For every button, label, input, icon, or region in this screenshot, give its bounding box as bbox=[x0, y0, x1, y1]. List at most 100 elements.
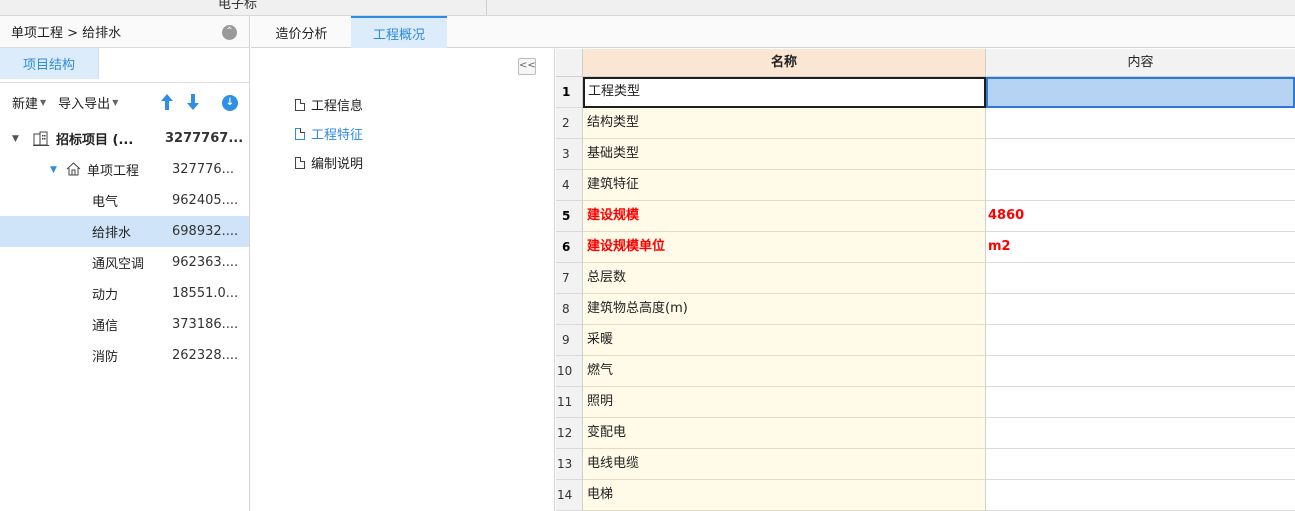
row-number: 7 bbox=[556, 263, 583, 294]
table-row: 4 建筑特征 bbox=[556, 170, 1295, 201]
nav-item-compilation-notes[interactable]: 编制说明 bbox=[295, 153, 363, 172]
value-cell[interactable] bbox=[986, 263, 1295, 294]
value-cell[interactable] bbox=[986, 356, 1295, 387]
import-export-button[interactable]: 导入导出 ▼ bbox=[58, 93, 118, 112]
tree-item-label: 电气 bbox=[92, 195, 119, 210]
tree-item-fire-protection[interactable]: 消防 262328.... bbox=[0, 340, 249, 371]
table-row: 6 建设规模单位 m2 bbox=[556, 232, 1295, 263]
tree-item-value: 698932.... bbox=[172, 224, 239, 239]
nav-item-label: 工程特征 bbox=[311, 128, 364, 143]
name-cell[interactable]: 基础类型 bbox=[583, 139, 986, 170]
tree-item-single-project[interactable]: ▼ 单项工程 327776... bbox=[0, 154, 249, 185]
value-cell[interactable] bbox=[986, 325, 1295, 356]
home-icon bbox=[66, 162, 81, 176]
name-cell[interactable]: 采暖 bbox=[583, 325, 986, 356]
value-cell[interactable] bbox=[986, 418, 1295, 449]
table-row: 8 建筑物总高度(m) bbox=[556, 294, 1295, 325]
value-cell[interactable]: m2 bbox=[986, 232, 1295, 263]
move-up-icon[interactable] bbox=[160, 93, 174, 111]
tree-item-label: 通信 bbox=[92, 319, 119, 334]
value-cell[interactable] bbox=[986, 387, 1295, 418]
name-cell[interactable]: 燃气 bbox=[583, 356, 986, 387]
value-cell[interactable] bbox=[986, 170, 1295, 201]
document-icon bbox=[295, 156, 305, 169]
name-cell[interactable]: 建筑特征 bbox=[583, 170, 986, 201]
structure-toolbar: 新建 ▼ 导入导出 ▼ ↓ bbox=[0, 83, 249, 121]
document-icon bbox=[295, 127, 305, 140]
tree-item-value: 262328.... bbox=[172, 348, 239, 363]
nav-item-label: 编制说明 bbox=[311, 157, 364, 172]
nav-item-label: 工程信息 bbox=[311, 99, 364, 114]
tree-item-label: 动力 bbox=[92, 288, 119, 303]
column-header-name[interactable]: 名称 bbox=[583, 49, 986, 77]
name-cell[interactable]: 结构类型 bbox=[583, 108, 986, 139]
nav-item-project-features[interactable]: 工程特征 bbox=[295, 124, 363, 143]
tree-item-value: 962405.... bbox=[172, 193, 239, 208]
main-tabs: 造价分析 工程概况 bbox=[251, 16, 1295, 48]
tab-project-overview[interactable]: 工程概况 bbox=[351, 16, 447, 48]
column-header-content[interactable]: 内容 bbox=[986, 49, 1295, 77]
tree-item-label: 单项工程 bbox=[87, 164, 140, 179]
row-number: 1 bbox=[556, 77, 583, 108]
row-number: 10 bbox=[556, 356, 583, 387]
value-cell[interactable] bbox=[986, 480, 1295, 511]
tree-item-bid-project[interactable]: ▼ 招标项目 (... 3277767... bbox=[0, 123, 249, 154]
collapse-panel-icon[interactable]: ⌃ bbox=[222, 25, 237, 40]
new-button[interactable]: 新建 ▼ bbox=[12, 93, 46, 112]
new-button-label: 新建 bbox=[12, 96, 39, 112]
table-row: 14 电梯 bbox=[556, 480, 1295, 511]
tree-item-communication[interactable]: 通信 373186.... bbox=[0, 309, 249, 340]
tree-item-power[interactable]: 动力 18551.0... bbox=[0, 278, 249, 309]
table-row: 9 采暖 bbox=[556, 325, 1295, 356]
row-number: 6 bbox=[556, 232, 583, 263]
name-cell[interactable]: 电线电缆 bbox=[583, 449, 986, 480]
row-number: 13 bbox=[556, 449, 583, 480]
tree-item-electrical[interactable]: 电气 962405.... bbox=[0, 185, 249, 216]
breadcrumb: 单项工程 > 给排水 ⌃ bbox=[0, 16, 249, 48]
table-row: 1 工程类型 bbox=[556, 77, 1295, 108]
document-icon bbox=[295, 98, 305, 111]
value-cell[interactable] bbox=[986, 77, 1295, 108]
tree-item-value: 373186.... bbox=[172, 317, 239, 332]
value-cell[interactable] bbox=[986, 294, 1295, 325]
import-export-label: 导入导出 bbox=[58, 96, 111, 112]
row-number: 9 bbox=[556, 325, 583, 356]
value-cell[interactable] bbox=[986, 139, 1295, 170]
table-row: 2 结构类型 bbox=[556, 108, 1295, 139]
overview-nav-panel: << 工程信息 工程特征 编制说明 bbox=[251, 49, 555, 511]
value-cell[interactable]: 4860 bbox=[986, 201, 1295, 232]
row-number: 5 bbox=[556, 201, 583, 232]
name-cell[interactable]: 变配电 bbox=[583, 418, 986, 449]
tree-item-plumbing[interactable]: 给排水 698932.... bbox=[0, 216, 249, 247]
tree-item-value: 327776... bbox=[172, 162, 235, 177]
chevron-down-icon: ▼ bbox=[112, 97, 119, 107]
name-cell[interactable]: 电梯 bbox=[583, 480, 986, 511]
name-cell[interactable]: 照明 bbox=[583, 387, 986, 418]
row-number: 3 bbox=[556, 139, 583, 170]
nav-item-project-info[interactable]: 工程信息 bbox=[295, 95, 363, 114]
row-number: 2 bbox=[556, 108, 583, 139]
expand-triangle-icon[interactable]: ▼ bbox=[12, 134, 19, 144]
features-table: 名称 内容 1 工程类型 2 结构类型 3 基础类型 4 建筑特征 5 建设规模… bbox=[556, 49, 1295, 511]
tree-item-label: 通风空调 bbox=[92, 257, 145, 272]
tab-project-structure[interactable]: 项目结构 bbox=[0, 48, 99, 79]
name-cell[interactable]: 建设规模单位 bbox=[583, 232, 986, 263]
name-cell[interactable]: 建筑物总高度(m) bbox=[583, 294, 986, 325]
building-icon bbox=[33, 131, 49, 146]
value-cell[interactable] bbox=[986, 108, 1295, 139]
tab-cost-analysis[interactable]: 造价分析 bbox=[254, 16, 349, 48]
value-cell[interactable] bbox=[986, 449, 1295, 480]
collapse-nav-icon[interactable]: << bbox=[518, 58, 536, 75]
row-number: 11 bbox=[556, 387, 583, 418]
name-cell[interactable]: 工程类型 bbox=[583, 77, 986, 108]
table-row: 11 照明 bbox=[556, 387, 1295, 418]
table-row: 5 建设规模 4860 bbox=[556, 201, 1295, 232]
download-icon[interactable]: ↓ bbox=[222, 95, 238, 111]
name-cell[interactable]: 建设规模 bbox=[583, 201, 986, 232]
expand-triangle-icon[interactable]: ▼ bbox=[50, 165, 57, 175]
tree-item-hvac[interactable]: 通风空调 962363.... bbox=[0, 247, 249, 278]
tree-item-value: 18551.0... bbox=[172, 286, 239, 301]
breadcrumb-text: 单项工程 > 给排水 bbox=[11, 26, 122, 41]
move-down-icon[interactable] bbox=[186, 93, 200, 111]
name-cell[interactable]: 总层数 bbox=[583, 263, 986, 294]
